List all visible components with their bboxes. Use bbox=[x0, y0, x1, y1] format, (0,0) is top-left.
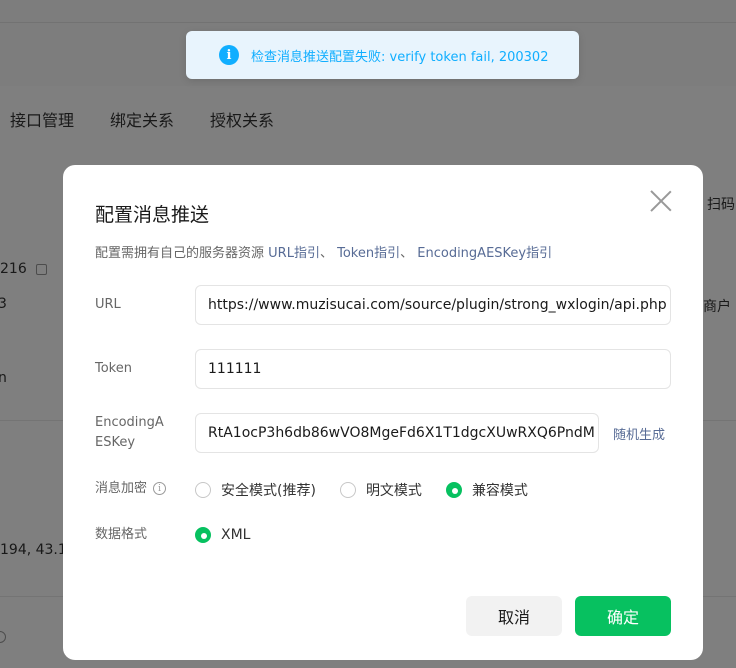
dialog-title: 配置消息推送 bbox=[95, 204, 210, 226]
radio-plaintext-mode[interactable]: 明文模式 bbox=[339, 480, 422, 500]
format-radio-group: XML bbox=[195, 527, 274, 543]
toast-message: 检查消息推送配置失败: verify token fail, 200302 bbox=[251, 49, 549, 65]
radio-circle[interactable] bbox=[195, 482, 211, 498]
description-text: 配置需拥有自己的服务器资源 bbox=[95, 246, 265, 261]
aeskey-label: EncodingA ESKey bbox=[95, 413, 164, 453]
token-label: Token bbox=[95, 361, 132, 376]
dialog-description: 配置需拥有自己的服务器资源 URL指引、 Token指引、 EncodingAE… bbox=[95, 242, 552, 261]
message-push-dialog: 配置消息推送 配置需拥有自己的服务器资源 URL指引、 Token指引、 Enc… bbox=[63, 165, 703, 660]
info-icon[interactable]: i bbox=[153, 482, 167, 495]
separator: 、 bbox=[400, 246, 414, 261]
confirm-button[interactable]: 确定 bbox=[575, 596, 671, 636]
aeskey-label-line2: ESKey bbox=[95, 435, 136, 450]
radio-safe-mode[interactable]: 安全模式(推荐) bbox=[195, 480, 316, 500]
radio-circle-selected[interactable] bbox=[445, 482, 462, 498]
encryption-label: 消息加密 i bbox=[95, 479, 167, 499]
radio-xml[interactable]: XML bbox=[195, 527, 250, 543]
cancel-button[interactable]: 取消 bbox=[466, 596, 562, 636]
radio-label: 明文模式 bbox=[365, 483, 422, 499]
encryption-radio-group: 安全模式(推荐) 明文模式 兼容模式 bbox=[195, 480, 552, 500]
url-input[interactable]: https://www.muzisucai.com/source/plugin/… bbox=[195, 285, 671, 325]
radio-circle-selected[interactable] bbox=[195, 527, 211, 543]
error-toast: i 检查消息推送配置失败: verify token fail, 200302 bbox=[186, 31, 579, 79]
radio-label: 兼容模式 bbox=[471, 483, 528, 499]
encryption-label-text: 消息加密 bbox=[95, 481, 148, 496]
format-label: 数据格式 bbox=[95, 527, 148, 542]
close-icon[interactable] bbox=[649, 189, 673, 213]
separator: 、 bbox=[319, 246, 333, 261]
url-label: URL bbox=[95, 297, 121, 312]
radio-label: 安全模式(推荐) bbox=[221, 483, 316, 499]
radio-label: XML bbox=[221, 527, 251, 543]
token-guide-link[interactable]: Token指引 bbox=[337, 246, 400, 261]
token-input[interactable]: 111111 bbox=[195, 349, 671, 389]
aeskey-label-line1: EncodingA bbox=[95, 415, 164, 430]
url-guide-link[interactable]: URL指引 bbox=[268, 246, 320, 261]
radio-circle[interactable] bbox=[339, 482, 356, 498]
info-icon: i bbox=[219, 45, 239, 65]
aeskey-guide-link[interactable]: EncodingAESKey指引 bbox=[417, 246, 552, 261]
radio-compatible-mode[interactable]: 兼容模式 bbox=[445, 480, 528, 500]
aeskey-input[interactable]: RtA1ocP3h6db86wVO8MgeFd6X1T1dgcXUwRXQ6Pn… bbox=[195, 413, 599, 453]
random-generate-link[interactable]: 随机生成 bbox=[613, 424, 665, 443]
